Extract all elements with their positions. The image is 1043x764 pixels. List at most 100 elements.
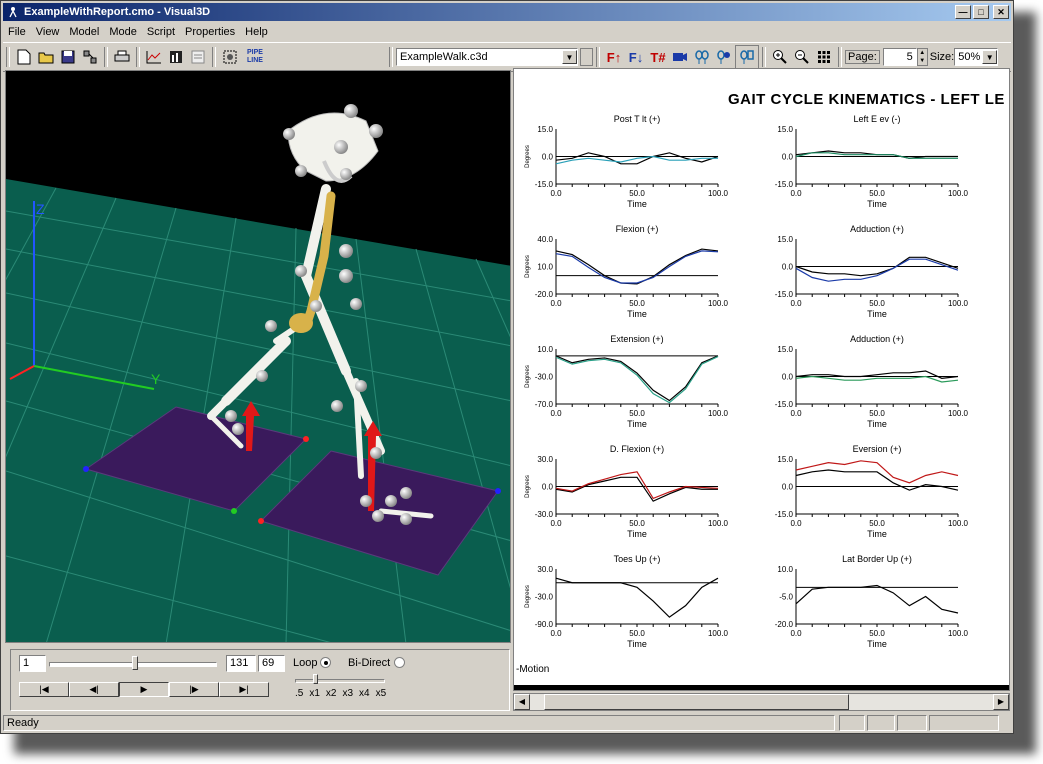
pipeline-run-icon[interactable]	[219, 46, 241, 68]
zoom-in-icon[interactable]	[769, 46, 791, 68]
page-spinner[interactable]: ▲ ▼	[916, 48, 928, 66]
step-back-button[interactable]: ◀|	[69, 682, 119, 697]
chart-x-label: Time	[867, 199, 887, 209]
chart-x-tick-label: 50.0	[869, 189, 885, 198]
frame-slider-thumb[interactable]	[132, 656, 139, 670]
file-combo[interactable]: ExampleWalk.c3d ▼	[396, 48, 578, 66]
skeleton-view-icon[interactable]	[735, 45, 759, 69]
chart-y-label: Degrees	[525, 475, 531, 498]
file-spinner[interactable]	[580, 48, 593, 66]
viewport-3d[interactable]: Z Y	[5, 70, 511, 643]
chart-y-tick-label: -15.0	[775, 290, 794, 299]
status-bar: Ready	[3, 713, 1011, 733]
chart-x-tick-label: 100.0	[708, 629, 729, 638]
chart-x-tick-label: 100.0	[708, 189, 729, 198]
graph-icon[interactable]	[143, 46, 165, 68]
chart-y-tick-label: -90.0	[535, 620, 554, 629]
menu-help[interactable]: Help	[240, 26, 273, 38]
horizontal-scrollbar[interactable]: ◀ ▶	[513, 693, 1010, 711]
chart-y-tick-label: 30.0	[537, 565, 553, 574]
force-down-icon[interactable]: F↓	[625, 46, 647, 68]
bidirect-radio[interactable]	[394, 657, 405, 668]
frame-start-input[interactable]: 1	[19, 655, 46, 672]
menu-model[interactable]: Model	[64, 26, 104, 38]
speed-label: x1	[309, 688, 320, 699]
chart-y-tick-label: 0.0	[782, 373, 794, 382]
chart-y-tick-label: 40.0	[537, 235, 553, 244]
file-combo-value: ExampleWalk.c3d	[400, 51, 488, 63]
chevron-down-icon[interactable]: ▼	[562, 50, 577, 64]
chart-series-line	[795, 152, 958, 159]
chart-y-tick-label: 0.0	[782, 263, 794, 272]
chart-x-tick-label: 0.0	[790, 519, 802, 528]
segment-view-icon[interactable]	[691, 46, 713, 68]
title-bar[interactable]: ExampleWithReport.cmo - Visual3D — □ ✕	[3, 3, 1011, 21]
print-icon[interactable]	[111, 46, 133, 68]
chart-x-tick-label: 0.0	[550, 299, 562, 308]
chart-title: Eversion (+)	[853, 444, 902, 454]
report-page-icon[interactable]	[187, 46, 209, 68]
page-input[interactable]: 5	[882, 48, 917, 66]
chart-x-label: Time	[627, 199, 647, 209]
status-text: Ready	[7, 717, 39, 729]
app-window: ExampleWithReport.cmo - Visual3D — □ ✕ F…	[0, 0, 1014, 734]
new-file-icon[interactable]	[13, 46, 35, 68]
status-panel	[839, 715, 865, 731]
chevron-down-icon[interactable]: ▼	[982, 50, 998, 64]
bar-report-icon[interactable]	[165, 46, 187, 68]
chart-y-tick-label: 15.0	[537, 125, 553, 134]
menu-script[interactable]: Script	[142, 26, 180, 38]
scroll-thumb[interactable]	[544, 694, 849, 710]
loop-radio[interactable]	[320, 657, 331, 668]
chart-series-line	[555, 471, 719, 500]
chart-series-line	[555, 356, 719, 404]
window-title: ExampleWithReport.cmo - Visual3D	[24, 6, 211, 18]
play-button[interactable]: ▶	[119, 682, 169, 697]
chart-x-tick-label: 50.0	[629, 409, 645, 418]
scroll-right-icon[interactable]: ▶	[993, 694, 1009, 710]
frame-end-input[interactable]: 69	[258, 655, 285, 672]
force-up-icon[interactable]: F↑	[603, 46, 625, 68]
chart-title: Adduction (+)	[850, 224, 904, 234]
report-page[interactable]: GAIT CYCLE KINEMATICS - LEFT LE Post T l…	[513, 68, 1010, 691]
step-forward-button[interactable]: |▶	[169, 682, 219, 697]
chart-x-tick-label: 0.0	[550, 189, 562, 198]
chart-x-tick-label: 100.0	[708, 409, 729, 418]
chart-x-tick-label: 100.0	[948, 409, 969, 418]
chart-y-tick-label: -15.0	[775, 510, 794, 519]
menu-mode[interactable]: Mode	[104, 26, 142, 38]
speed-slider-thumb[interactable]	[313, 674, 318, 684]
target-icon[interactable]: T#	[647, 46, 669, 68]
menu-file[interactable]: File	[3, 26, 31, 38]
marker-view-icon[interactable]	[713, 46, 735, 68]
size-combo[interactable]: 50% ▼	[954, 48, 999, 66]
close-button[interactable]: ✕	[993, 5, 1009, 19]
open-folder-icon[interactable]	[35, 46, 57, 68]
chart-y-tick-label: 0.0	[782, 153, 794, 162]
zoom-out-icon[interactable]	[791, 46, 813, 68]
chart-title: Post T lt (+)	[614, 114, 660, 124]
model-tree-icon[interactable]	[79, 46, 101, 68]
chart-x-label: Time	[867, 529, 887, 539]
chart-x-label: Time	[867, 309, 887, 319]
chart-x-label: Time	[867, 639, 887, 649]
chart-x-tick-label: 100.0	[948, 299, 969, 308]
chart-series-line	[555, 248, 719, 285]
minimize-button[interactable]: —	[955, 5, 971, 19]
frame-current-input[interactable]: 131	[226, 655, 256, 672]
camera-icon[interactable]	[669, 46, 691, 68]
size-combo-value: 50%	[958, 51, 981, 63]
maximize-button[interactable]: □	[973, 5, 989, 19]
multi-page-icon[interactable]	[813, 46, 835, 68]
chart-x-tick-label: 50.0	[629, 189, 645, 198]
menu-properties[interactable]: Properties	[180, 26, 240, 38]
scroll-left-icon[interactable]: ◀	[514, 694, 530, 710]
menu-view[interactable]: View	[31, 26, 65, 38]
pipeline-icon[interactable]: PIPE LINE	[241, 46, 269, 68]
loop-label: Loop	[293, 657, 318, 669]
save-icon[interactable]	[57, 46, 79, 68]
chart-x-tick-label: 50.0	[629, 299, 645, 308]
last-frame-button[interactable]: ▶|	[219, 682, 269, 697]
speed-slider-track[interactable]	[295, 679, 385, 683]
first-frame-button[interactable]: |◀	[19, 682, 69, 697]
